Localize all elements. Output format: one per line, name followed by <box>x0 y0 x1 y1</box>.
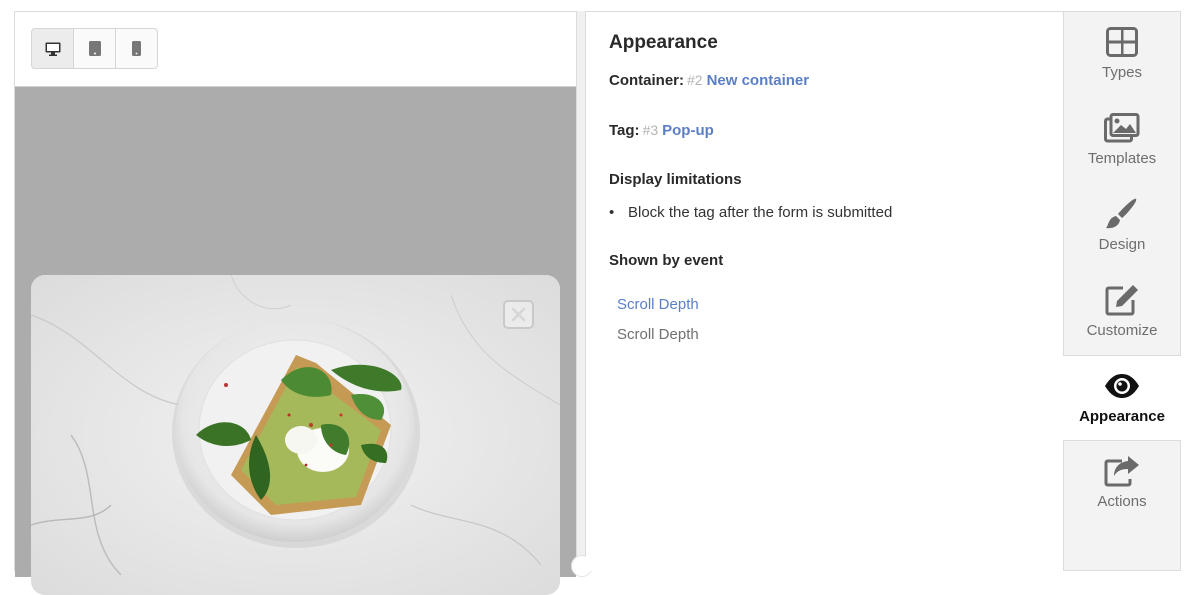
tablet-view-button[interactable] <box>73 28 116 69</box>
event-value: Scroll Depth <box>617 326 699 343</box>
right-sidebar-nav: Types Templates Design Customize Appeara… <box>1063 11 1181 571</box>
grid-icon <box>1106 27 1138 57</box>
display-limitations-heading: Display limitations <box>609 171 742 188</box>
tag-number: #3 <box>642 122 659 138</box>
preview-canvas <box>15 86 576 595</box>
nav-item-label: Actions <box>1097 493 1147 510</box>
container-number: #2 <box>687 72 703 88</box>
desktop-view-button[interactable] <box>31 28 74 69</box>
device-toolbar <box>31 28 158 69</box>
desktop-icon <box>45 42 60 56</box>
tag-row: Tag: #3 Pop-up <box>609 122 714 139</box>
nav-item-types[interactable]: Types <box>1064 12 1180 98</box>
bullet-icon: • <box>609 204 615 221</box>
preview-pane <box>14 11 577 595</box>
mobile-view-button[interactable] <box>115 28 158 69</box>
nav-item-templates[interactable]: Templates <box>1064 98 1180 184</box>
eye-icon <box>1105 374 1139 398</box>
limitation-item: • Block the tag after the form is submitt… <box>609 204 892 221</box>
brush-icon <box>1106 198 1137 229</box>
event-link[interactable]: Scroll Depth <box>617 296 699 313</box>
tag-label: Tag: <box>609 122 640 139</box>
food-plate-image <box>31 275 560 595</box>
nav-item-design[interactable]: Design <box>1064 184 1180 270</box>
container-link[interactable]: New container <box>707 72 810 89</box>
nav-item-customize[interactable]: Customize <box>1064 270 1180 356</box>
popup-preview <box>31 275 560 595</box>
popup-close-button[interactable] <box>503 300 534 329</box>
container-label: Container: <box>609 72 684 89</box>
tablet-icon <box>88 41 101 56</box>
nav-item-label: Design <box>1098 236 1146 253</box>
nav-item-label: Appearance <box>1079 408 1165 425</box>
mobile-icon <box>132 41 141 56</box>
nav-item-appearance[interactable]: Appearance <box>1063 355 1181 441</box>
section-title: Appearance <box>609 32 718 53</box>
nav-item-label: Templates <box>1087 150 1157 167</box>
edit-icon <box>1105 285 1138 316</box>
nav-item-label: Customize <box>1086 322 1158 339</box>
close-icon <box>511 307 526 322</box>
pane-splitter[interactable] <box>577 11 586 571</box>
tag-link[interactable]: Pop-up <box>662 122 714 139</box>
appearance-settings-panel: Appearance Container: #2 New container Tag… <box>586 11 1064 571</box>
nav-item-actions[interactable]: Actions <box>1064 441 1180 527</box>
shown-by-event-heading: Shown by event <box>609 252 724 269</box>
share-icon <box>1104 456 1139 487</box>
nav-item-label: Types <box>1101 64 1143 81</box>
limitation-text: Block the tag after the form is submitte… <box>628 204 893 221</box>
images-icon <box>1104 113 1140 143</box>
container-row: Container: #2 New container <box>609 72 809 89</box>
